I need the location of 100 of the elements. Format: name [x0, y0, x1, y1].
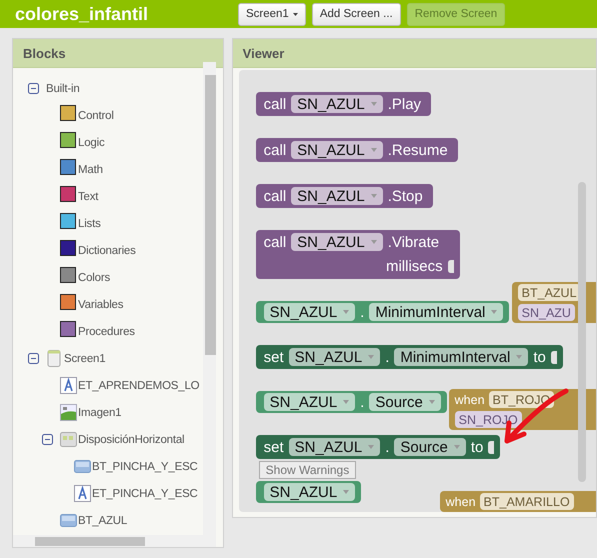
screen-dropdown[interactable]: Screen1 [238, 2, 306, 26]
caret-icon [343, 490, 350, 494]
component-dropdown[interactable]: SN_AZUL [264, 393, 356, 411]
component-dropdown[interactable]: Source [369, 393, 441, 411]
component-dropdown[interactable]: SN_AZUL [291, 233, 383, 251]
component-dropdown[interactable]: BT_AMARILLO [480, 493, 574, 510]
app-title: colores_infantil [15, 4, 150, 24]
caret-icon [343, 310, 350, 314]
component-dropdown[interactable]: SN_AZUL [264, 483, 356, 501]
button-component-icon [60, 512, 77, 529]
event-block[interactable]: BT_AZUL SN_AZU [512, 282, 596, 323]
tree-item[interactable]: Screen1 [64, 352, 106, 364]
block-keyword: to [533, 348, 546, 366]
block-keyword: call [264, 142, 286, 158]
caret-icon [343, 400, 350, 404]
component-dropdown[interactable]: SN_AZUL [288, 438, 380, 456]
input-socket-icon [448, 260, 454, 273]
input-socket-icon [550, 350, 557, 364]
block-keyword: .Vibrate [388, 234, 440, 250]
block-keyword: .Play [388, 96, 422, 112]
toolbar-button[interactable]: Add Screen ... [312, 2, 401, 26]
component-dropdown[interactable]: MinimumInterval [369, 303, 504, 321]
caret-icon [454, 445, 460, 449]
scrollbar[interactable] [13, 535, 216, 547]
tree-item[interactable]: Logic [78, 136, 104, 148]
tree-item[interactable]: Variables [78, 298, 124, 310]
component-block[interactable]: SN_AZUL [256, 481, 362, 503]
call-block[interactable]: call SN_AZUL .Vibrate millisecs [256, 230, 460, 279]
block-keyword: .Stop [388, 188, 423, 204]
tree-item[interactable]: Text [78, 190, 98, 202]
text-label-icon [60, 377, 77, 394]
caret-icon [491, 310, 498, 314]
component-dropdown[interactable]: SN_AZUL [291, 141, 383, 159]
block-keyword: call [264, 234, 286, 250]
caret-icon [292, 12, 298, 16]
caret-icon [370, 102, 377, 106]
call-block[interactable]: call SN_AZUL .Resume [256, 138, 458, 162]
tree-item[interactable]: Built-in [46, 82, 80, 94]
caret-icon [516, 355, 522, 359]
image-component-icon [60, 404, 77, 421]
call-block[interactable]: call SN_AZUL .Stop [256, 184, 433, 208]
block-keyword: set [264, 438, 284, 456]
panel-title: Viewer [232, 39, 596, 68]
text-label-icon [74, 485, 91, 502]
block-keyword: when [446, 494, 476, 508]
setter-block[interactable]: set SN_AZUL . Source to [256, 435, 500, 459]
block-keyword: . [360, 304, 364, 320]
tree-item[interactable]: DisposiciónHorizontal [78, 434, 184, 446]
collapse-icon[interactable] [28, 83, 39, 94]
tree-item[interactable]: ET_PINCHA_Y_ESC [92, 488, 198, 500]
component-dropdown[interactable]: SN_AZUL [288, 348, 380, 366]
input-socket-icon [488, 440, 494, 454]
tree-item[interactable]: Math [78, 164, 103, 176]
tree-item[interactable]: ET_APRENDEMOS_LO [78, 380, 200, 392]
component-dropdown[interactable]: SN_AZUL [291, 95, 383, 113]
tree-item[interactable]: Control [78, 110, 114, 122]
block-keyword: set [264, 348, 284, 366]
panel-title: Blocks [13, 39, 223, 68]
tree-item[interactable]: Procedures [78, 326, 135, 338]
tree-item[interactable]: Dictionaries [78, 244, 136, 256]
event-block[interactable]: when BT_AMARILLO [440, 491, 596, 512]
collapse-icon[interactable] [42, 434, 53, 445]
caret-icon [428, 400, 435, 404]
block-keyword: .Resume [388, 142, 448, 158]
tree-item[interactable]: BT_AZUL [78, 514, 128, 526]
scrollbar[interactable] [203, 62, 216, 535]
call-block[interactable]: call SN_AZUL .Play [256, 92, 432, 116]
tree-item[interactable]: BT_PINCHA_Y_ESC [92, 460, 198, 472]
component-dropdown[interactable]: SN_AZU [518, 304, 575, 321]
scrollbar[interactable] [578, 182, 586, 482]
component-dropdown[interactable]: MinimumInterval [394, 348, 528, 366]
tree-item[interactable]: Colors [78, 272, 110, 284]
arrangement-component-icon [60, 431, 77, 448]
block-keyword: . [385, 438, 390, 456]
tree-item[interactable]: Lists [78, 218, 101, 230]
getter-block[interactable]: SN_AZUL . Source [256, 391, 447, 413]
block-keyword: . [385, 348, 390, 366]
setter-block[interactable]: set SN_AZUL . MinimumInterval to [256, 345, 563, 369]
component-dropdown[interactable]: Source [394, 438, 466, 456]
caret-icon [370, 194, 377, 198]
block-keyword: millisecs [386, 258, 443, 275]
component-dropdown[interactable]: SN_AZUL [291, 187, 383, 205]
collapse-icon[interactable] [28, 353, 39, 364]
button-component-icon [74, 458, 91, 475]
component-dropdown[interactable]: BT_AZUL [518, 284, 581, 301]
block-keyword: when [454, 392, 485, 406]
block-keyword: call [264, 96, 286, 112]
component-dropdown[interactable]: SN_ROJO [454, 411, 522, 428]
screen-component-icon [46, 350, 63, 367]
caret-icon [370, 240, 377, 244]
getter-block[interactable]: SN_AZUL . MinimumInterval [256, 301, 510, 323]
show-warnings-button[interactable]: Show Warnings [258, 461, 356, 479]
blocks-workspace[interactable] [238, 70, 596, 512]
block-keyword: call [264, 188, 286, 204]
block-keyword: . [360, 394, 364, 410]
tree-item[interactable]: Imagen1 [78, 406, 122, 418]
component-dropdown[interactable]: SN_AZUL [264, 303, 356, 321]
caret-icon [368, 445, 374, 449]
block-keyword: to [470, 438, 484, 456]
caret-icon [368, 355, 374, 359]
